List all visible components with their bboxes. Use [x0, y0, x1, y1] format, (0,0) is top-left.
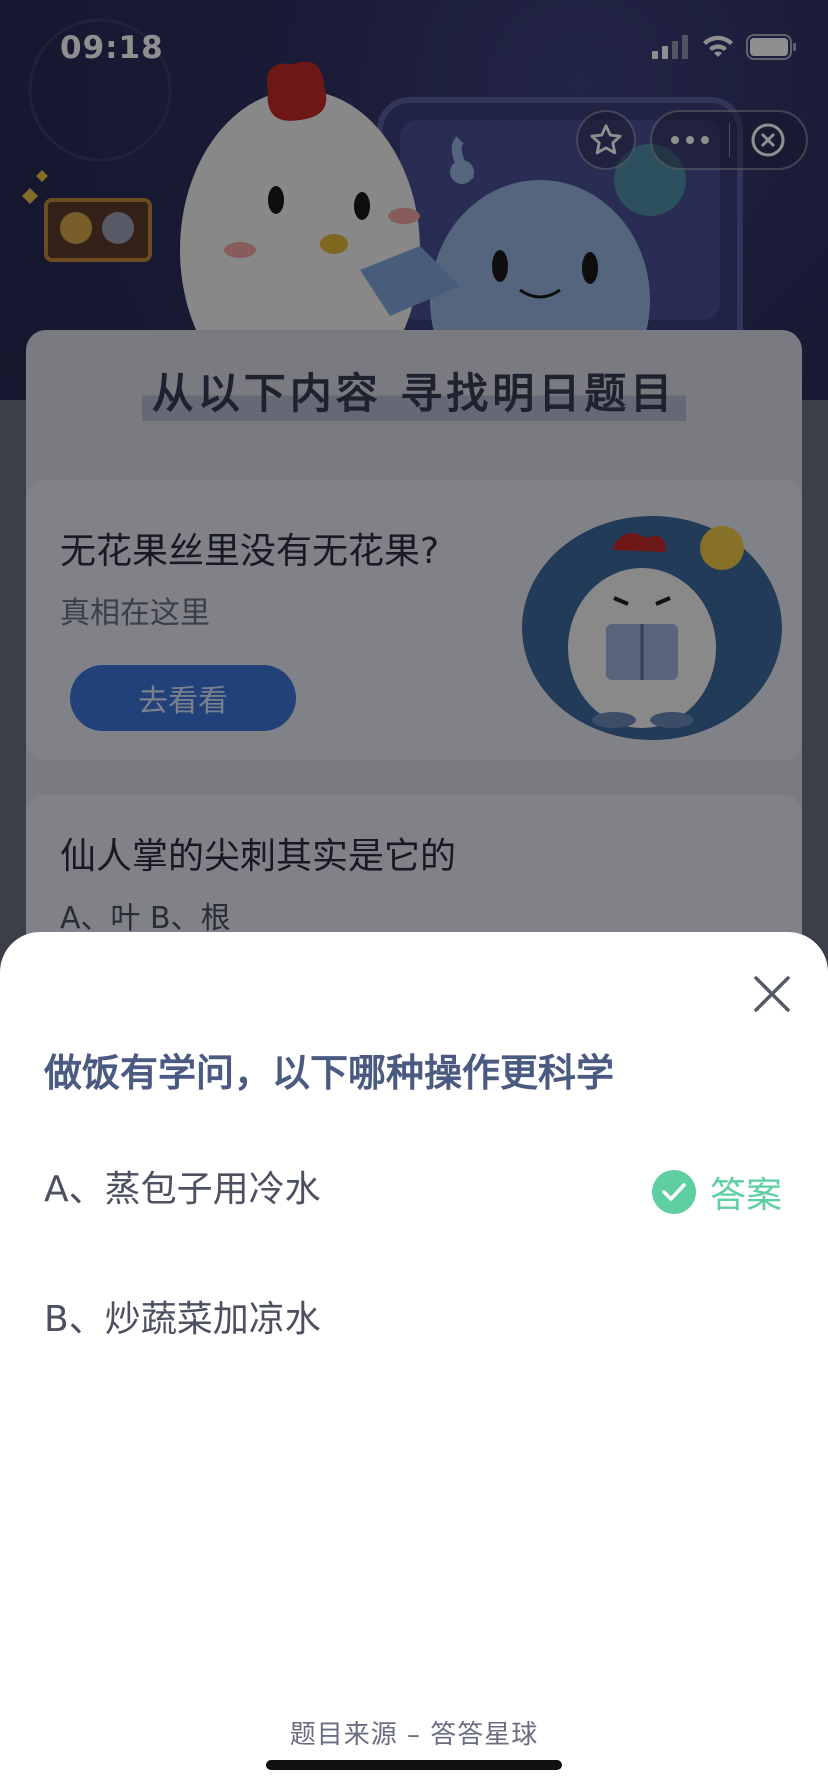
option-b[interactable]: B、炒蔬菜加凉水	[44, 1276, 784, 1356]
sheet-close-button[interactable]	[746, 968, 798, 1020]
question-text: 做饭有学问，以下哪种操作更科学	[44, 1051, 615, 1095]
answer-badge: 答案	[651, 1166, 782, 1218]
question-source: 题目来源 – 答答星球	[289, 1720, 539, 1750]
home-indicator[interactable]	[266, 1760, 562, 1770]
answer-label: 答案	[709, 1175, 782, 1216]
check-icon	[651, 1170, 696, 1214]
answer-sheet: 做饭有学问，以下哪种操作更科学	[0, 932, 828, 1792]
close-icon	[754, 976, 790, 1012]
option-a-label: A、蒸包子用冷水	[44, 1169, 321, 1210]
option-b-label: B、炒蔬菜加凉水	[44, 1299, 321, 1340]
